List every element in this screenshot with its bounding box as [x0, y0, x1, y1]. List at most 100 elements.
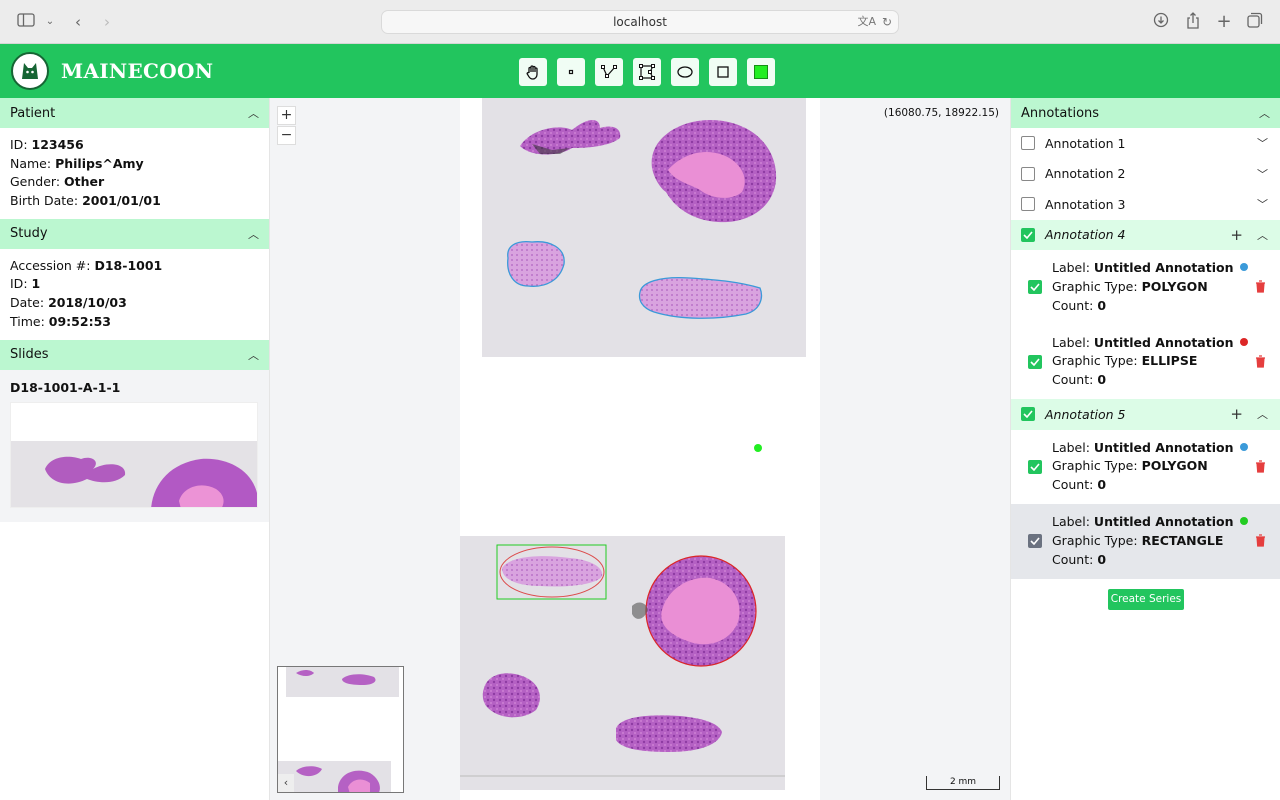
reload-icon[interactable]: ↻ [882, 11, 892, 33]
create-series-button[interactable]: Create Series [1108, 589, 1184, 610]
annotation-item-checkbox[interactable] [1028, 280, 1042, 294]
annotation-group-row[interactable]: Annotation 4 + ︿ [1011, 219, 1280, 250]
color-dot [1239, 442, 1248, 451]
sidebar-toggle-icon[interactable] [16, 12, 36, 32]
annotation-group-row[interactable]: Annotation 3 ﹀ [1011, 189, 1280, 220]
polyline-icon [601, 65, 617, 78]
new-tab-icon[interactable]: + [1214, 12, 1234, 32]
study-time: 09:52:53 [48, 313, 111, 329]
study-details: Accession #: D18-1001 ID: 1 Date: 2018/1… [0, 249, 269, 340]
slide-name: D18-1001-A-1-1 [10, 379, 121, 395]
study-time-row: Time: 09:52:53 [10, 313, 111, 329]
share-icon[interactable] [1183, 12, 1203, 32]
annotation-checkbox[interactable] [1021, 227, 1035, 242]
chevron-up-icon[interactable]: ︿ [248, 105, 259, 121]
polyline-tool-button[interactable] [595, 58, 623, 86]
annotation-label: Untitled Annotation [1093, 514, 1234, 530]
graphic-type: ELLIPSE [1141, 353, 1198, 369]
forward-icon[interactable]: › [97, 12, 117, 32]
patient-birth-row: Birth Date: 2001/01/01 [10, 193, 161, 209]
overview-map[interactable]: ‹ [277, 666, 404, 793]
slide-viewer[interactable]: + − (16080.75, 18922.15) 2 mm ‹ [270, 98, 1010, 800]
trash-icon[interactable] [1255, 354, 1266, 371]
chevron-up-icon[interactable]: ︿ [248, 347, 259, 363]
annotation-count: 0 [1097, 372, 1107, 388]
color-dot [1239, 263, 1248, 272]
add-icon[interactable]: + [1230, 227, 1243, 242]
annotation-count: 0 [1097, 297, 1107, 313]
graphic-type: POLYGON [1141, 278, 1208, 294]
study-accession-row: Accession #: D18-1001 [10, 257, 163, 273]
tabs-overview-icon[interactable] [1245, 12, 1265, 32]
chevron-up-icon[interactable]: ︿ [1257, 406, 1268, 422]
graphic-type: RECTANGLE [1141, 532, 1224, 548]
chevron-up-icon[interactable]: ︿ [1259, 105, 1270, 121]
color-dot [1239, 517, 1248, 526]
scale-bar: 2 mm [926, 776, 1000, 790]
patient-gender-row: Gender: Other [10, 174, 105, 190]
patient-gender: Other [64, 174, 105, 190]
color-dot [1239, 337, 1248, 346]
annotation-item[interactable]: Label: Untitled Annotation Graphic Type:… [1011, 325, 1280, 400]
annotation-item-checkbox[interactable] [1028, 534, 1042, 548]
annotation-item-selected[interactable]: Label: Untitled Annotation Graphic Type:… [1011, 504, 1280, 579]
rectangle-tool-button[interactable] [709, 58, 737, 86]
slide-thumbnail[interactable] [10, 401, 258, 508]
address-bar[interactable]: localhost 文A ↻ [381, 10, 899, 34]
annotation-label: Untitled Annotation [1093, 334, 1234, 350]
annotation-count: 0 [1097, 551, 1107, 567]
annotation-checkbox[interactable] [1021, 407, 1035, 422]
trash-icon[interactable] [1255, 459, 1266, 476]
chevron-up-icon[interactable]: ︿ [1257, 227, 1268, 243]
app-header: MAINECOON [0, 44, 1280, 98]
annotation-item[interactable]: Label: Untitled Annotation Graphic Type:… [1011, 250, 1280, 325]
slides-section-header[interactable]: Slides ︿ [0, 339, 269, 370]
back-icon[interactable]: ‹ [68, 12, 88, 32]
annotation-item[interactable]: Label: Untitled Annotation Graphic Type:… [1011, 430, 1280, 505]
annotation-label: Untitled Annotation [1093, 439, 1234, 455]
color-picker-button[interactable] [747, 58, 775, 86]
annotation-checkbox[interactable] [1021, 166, 1035, 181]
chevron-up-icon[interactable]: ︿ [248, 226, 259, 242]
slide-item[interactable]: D18-1001-A-1-1 [0, 369, 269, 522]
study-id-row: ID: 1 [10, 276, 41, 292]
graphic-type: POLYGON [1141, 458, 1208, 474]
chevron-down-icon[interactable]: ﹀ [1257, 196, 1268, 212]
download-icon[interactable] [1151, 12, 1171, 32]
annotations-title: Annotations [1021, 105, 1100, 121]
annotation-item-checkbox[interactable] [1028, 354, 1042, 369]
overview-collapse-button[interactable]: ‹ [278, 774, 294, 792]
trash-icon[interactable] [1255, 280, 1266, 296]
annotation-group-label: Annotation 3 [1045, 196, 1126, 212]
zoom-out-button[interactable]: − [277, 126, 296, 145]
slides-title: Slides [10, 347, 49, 362]
annotation-group-row[interactable]: Annotation 2 ﹀ [1011, 159, 1280, 190]
study-title: Study [10, 226, 48, 242]
cursor-coordinates: (16080.75, 18922.15) [883, 107, 999, 119]
polygon-icon [639, 64, 655, 80]
annotation-group-row[interactable]: Annotation 5 + ︿ [1011, 399, 1280, 430]
annotation-checkbox[interactable] [1021, 197, 1035, 212]
browser-toolbar: ⌄ ‹ › localhost 文A ↻ + [0, 0, 1280, 44]
polygon-tool-button[interactable] [633, 58, 661, 86]
zoom-in-button[interactable]: + [277, 106, 296, 125]
point-tool-button[interactable] [557, 58, 585, 86]
annotations-section-header[interactable]: Annotations ︿ [1011, 98, 1280, 128]
patient-section-header[interactable]: Patient ︿ [0, 98, 269, 128]
point-icon [568, 69, 574, 75]
annotation-group-row[interactable]: Annotation 1 ﹀ [1011, 128, 1280, 159]
translate-icon[interactable]: 文A [857, 11, 876, 33]
trash-icon[interactable] [1255, 534, 1266, 550]
patient-title: Patient [10, 105, 56, 121]
add-icon[interactable]: + [1230, 407, 1243, 422]
study-section-header[interactable]: Study ︿ [0, 218, 269, 249]
rectangle-icon [717, 66, 729, 78]
patient-name-row: Name: Philips^Amy [10, 155, 144, 171]
ellipse-tool-button[interactable] [671, 58, 699, 86]
chevron-down-icon[interactable]: ﹀ [1257, 166, 1268, 182]
annotation-item-checkbox[interactable] [1028, 459, 1042, 474]
chevron-down-icon[interactable]: ﹀ [1257, 135, 1268, 151]
pan-tool-button[interactable] [519, 58, 547, 86]
annotation-checkbox[interactable] [1021, 136, 1035, 151]
chevron-down-icon[interactable]: ⌄ [40, 12, 60, 32]
